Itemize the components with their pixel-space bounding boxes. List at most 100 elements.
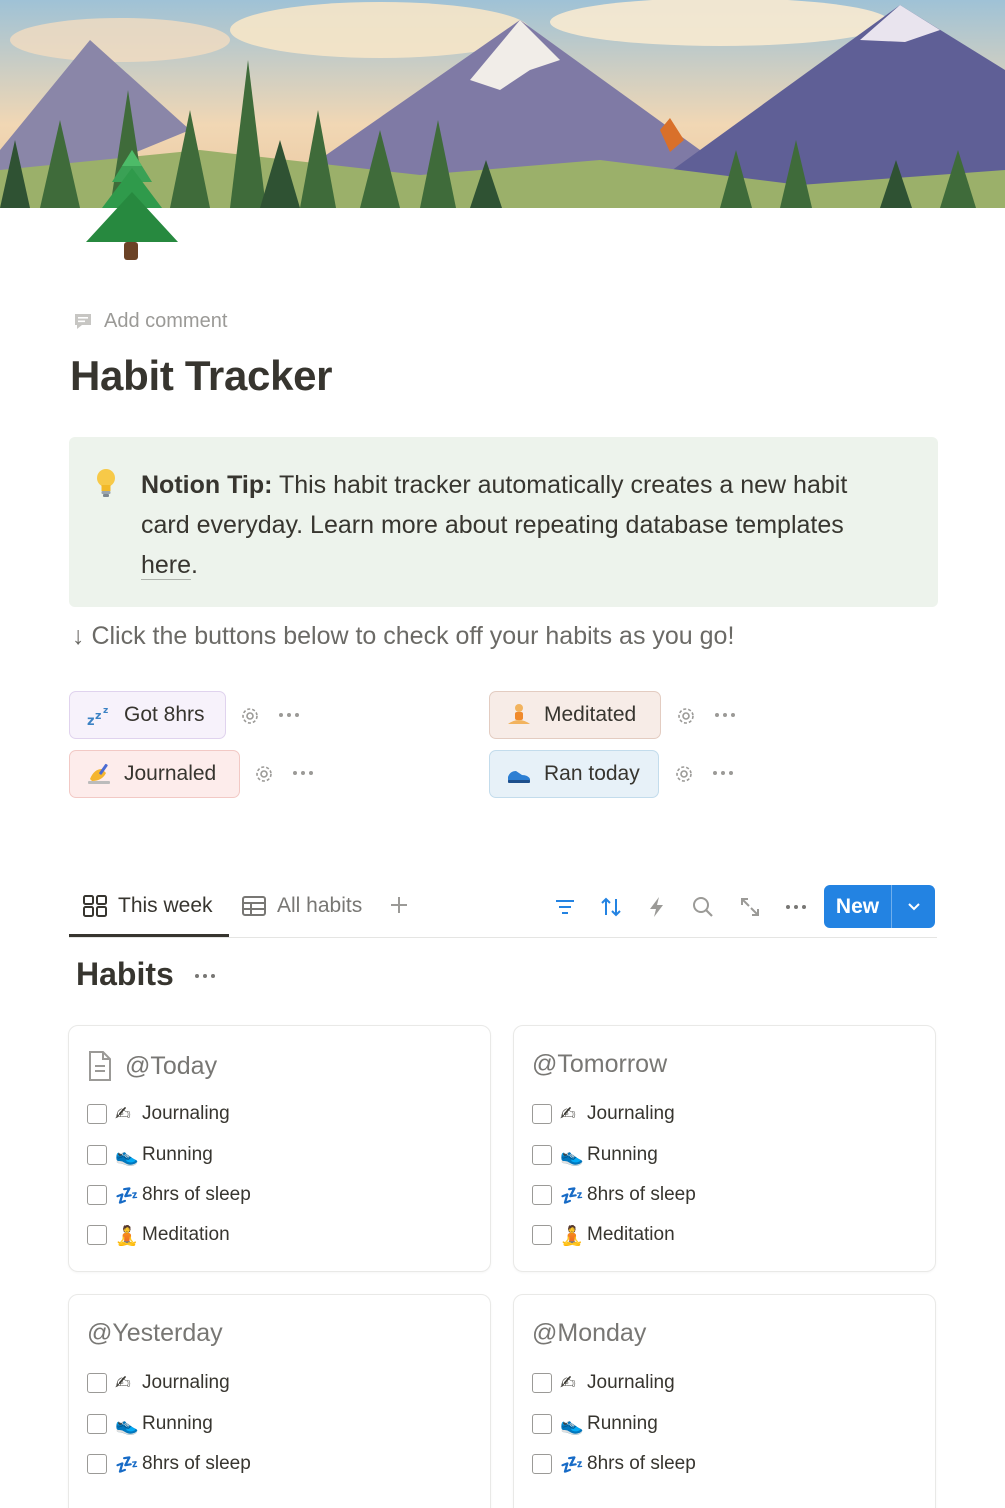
list-item: 💤 8hrs of sleep <box>87 1184 251 1207</box>
zzz-icon: 💤 <box>560 1186 584 1207</box>
templates-link[interactable]: here <box>141 551 192 580</box>
tab-all-habits[interactable]: All habits <box>241 888 362 924</box>
gear-icon[interactable] <box>675 705 697 727</box>
lightbulb-icon <box>97 469 115 497</box>
item-label: 8hrs of sleep <box>587 1453 696 1474</box>
checkbox[interactable] <box>87 1185 107 1205</box>
zzz-icon: z z z <box>87 706 108 728</box>
svg-text:z: z <box>95 709 101 722</box>
journaled-button[interactable]: Journaled <box>69 750 240 798</box>
card-title: @Tomorrow <box>532 1050 667 1079</box>
new-dropdown[interactable] <box>892 885 935 928</box>
checkbox[interactable] <box>532 1225 552 1245</box>
checkbox[interactable] <box>532 1414 552 1434</box>
comment-icon <box>75 314 91 329</box>
checkbox[interactable] <box>532 1185 552 1205</box>
tab-this-week[interactable]: This week <box>82 888 213 924</box>
checkbox[interactable] <box>87 1454 107 1474</box>
list-item: 💤 8hrs of sleep <box>87 1453 251 1476</box>
list-item: 🧘 Meditation <box>87 1224 230 1247</box>
writing-hand-icon <box>88 763 110 784</box>
zzz-icon: 💤 <box>115 1186 139 1207</box>
habit-card[interactable]: @Tomorrow ✍ Journaling 👟 Running 💤 8hrs of … <box>513 1025 936 1272</box>
checkbox[interactable] <box>532 1454 552 1474</box>
item-label: Journaling <box>142 1103 230 1124</box>
gear-icon[interactable] <box>239 705 261 727</box>
list-item: ✍ Journaling <box>532 1372 675 1394</box>
running-shoe-icon: 👟 <box>115 1146 139 1167</box>
habit-card[interactable]: @Today ✍ Journaling 👟 Running 💤 8hrs of sle… <box>68 1025 491 1272</box>
meditated-button[interactable]: Meditated <box>489 691 661 739</box>
checkbox[interactable] <box>532 1104 552 1124</box>
card-title: @Today <box>87 1050 217 1082</box>
item-label: Running <box>142 1144 213 1165</box>
more-options-icon[interactable] <box>711 769 735 777</box>
ran-today-button[interactable]: Ran today <box>489 750 659 798</box>
filter-icon[interactable] <box>553 895 577 919</box>
checkbox[interactable] <box>532 1145 552 1165</box>
checkbox[interactable] <box>532 1373 552 1393</box>
more-options-icon[interactable] <box>277 711 301 719</box>
checkbox[interactable] <box>87 1104 107 1124</box>
running-shoe-icon <box>508 771 530 783</box>
table-icon <box>242 896 266 916</box>
list-item: 👟 Running <box>87 1413 213 1436</box>
chevron-down-icon <box>907 902 920 910</box>
list-item: 💤 8hrs of sleep <box>532 1184 696 1207</box>
callout-bold: Notion Tip: <box>141 471 273 499</box>
item-label: Journaling <box>587 1103 675 1124</box>
list-item: 👟 Running <box>87 1144 213 1167</box>
notion-tip-callout: Notion Tip: This habit tracker automatic… <box>69 437 938 607</box>
journaled-label: Journaled <box>124 762 217 785</box>
tab-all-habits-label: All habits <box>277 894 363 917</box>
callout-end: . <box>191 551 198 579</box>
got-8hrs-button[interactable]: z z z Got 8hrs <box>69 691 226 739</box>
sort-icon[interactable] <box>599 895 623 919</box>
habit-card[interactable]: @Monday ✍ Journaling 👟 Running 💤 8hrs of sl… <box>513 1294 936 1508</box>
expand-icon[interactable] <box>738 895 762 919</box>
meditated-label: Meditated <box>544 703 637 726</box>
meditation-icon: 🧘 <box>560 1226 584 1247</box>
meditation-icon: 🧘 <box>115 1226 139 1247</box>
pine-tree-icon[interactable] <box>80 146 184 262</box>
list-item: 💤 8hrs of sleep <box>532 1453 696 1476</box>
more-options-icon[interactable] <box>193 972 217 980</box>
writing-hand-icon: ✍ <box>115 1373 131 1394</box>
add-comment-label: Add comment <box>104 309 228 332</box>
svg-text:z: z <box>87 714 95 728</box>
more-options-icon[interactable] <box>291 769 315 777</box>
group-title: Habits <box>76 956 174 992</box>
writing-hand-icon: ✍ <box>560 1104 576 1125</box>
board-icon <box>83 895 107 917</box>
checkbox[interactable] <box>87 1414 107 1434</box>
card-title-text: @Monday <box>532 1319 647 1347</box>
item-label: 8hrs of sleep <box>587 1184 696 1205</box>
gear-icon[interactable] <box>253 763 275 785</box>
search-icon[interactable] <box>691 895 715 919</box>
item-label: Running <box>142 1413 213 1434</box>
list-item: ✍ Journaling <box>87 1372 230 1394</box>
more-options-icon[interactable] <box>713 711 737 719</box>
checkbox[interactable] <box>87 1225 107 1245</box>
more-options-icon[interactable] <box>784 903 808 911</box>
zzz-icon: 💤 <box>115 1455 139 1476</box>
automation-icon[interactable] <box>645 895 669 919</box>
card-title-text: @Tomorrow <box>532 1050 668 1078</box>
list-item: 👟 Running <box>532 1413 658 1436</box>
new-button-label: New <box>824 885 892 928</box>
add-view-icon[interactable] <box>388 894 410 916</box>
new-button[interactable]: New <box>824 885 935 928</box>
card-title: @Yesterday <box>87 1319 223 1348</box>
list-item: ✍ Journaling <box>87 1103 230 1125</box>
habit-card[interactable]: @Yesterday ✍ Journaling 👟 Running 💤 8hrs of… <box>68 1294 491 1508</box>
item-label: 8hrs of sleep <box>142 1184 251 1205</box>
add-comment-button[interactable]: Add comment <box>72 308 227 334</box>
item-label: Journaling <box>142 1372 230 1393</box>
checkbox[interactable] <box>87 1145 107 1165</box>
running-shoe-icon: 👟 <box>115 1415 139 1436</box>
got-8hrs-label: Got 8hrs <box>124 703 205 726</box>
checkbox[interactable] <box>87 1373 107 1393</box>
gear-icon[interactable] <box>673 763 695 785</box>
item-label: Running <box>587 1144 658 1165</box>
running-shoe-icon: 👟 <box>560 1415 584 1436</box>
